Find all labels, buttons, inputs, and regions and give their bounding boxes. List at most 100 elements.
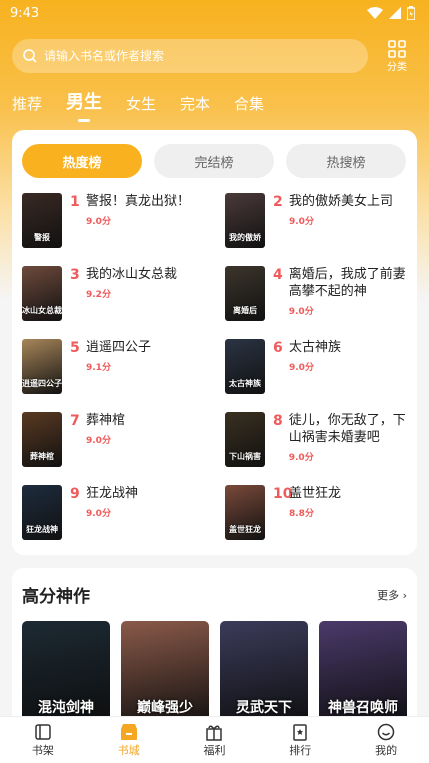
book-title: 盖世狂龙 — [289, 486, 342, 501]
tab-complete[interactable]: 完本 — [180, 93, 210, 120]
rank-number: 6 — [273, 340, 283, 356]
more-label: 更多 — [377, 588, 400, 602]
signal-icon — [389, 7, 401, 19]
nav-welfare-label: 福利 — [203, 744, 226, 757]
book-cover: 逍遥四公子 — [22, 339, 62, 394]
nav-store-label: 书城 — [117, 744, 140, 757]
cover-text: 葬神棺 — [30, 452, 54, 461]
tab-collection[interactable]: 合集 — [234, 93, 264, 120]
search-box[interactable] — [12, 39, 368, 73]
nav-profile[interactable]: 我的 — [356, 722, 416, 758]
rank-item[interactable]: 狂龙战神 9 狂龙战神 9.0分 — [22, 485, 225, 558]
book-score: 9.0分 — [86, 509, 111, 519]
book-title: 离婚后，我成了前妻高攀不起的神 — [288, 267, 406, 299]
book-score: 8.8分 — [289, 509, 314, 519]
nav-profile-label: 我的 — [375, 744, 398, 757]
search-icon — [23, 49, 37, 63]
gift-icon — [204, 722, 224, 742]
category-button[interactable]: 分类 — [382, 39, 412, 73]
book-title: 徒儿，你无敌了，下山祸害未婚妻吧 — [288, 413, 406, 445]
high-score-book-cover[interactable]: 灵武天下 — [220, 621, 308, 728]
rank-number: 4 — [273, 267, 283, 283]
rank-item[interactable]: 我的傲娇 2 我的傲娇美女上司 9.0分 — [225, 193, 412, 266]
high-score-books: 混沌剑神 巅峰强少 灵武天下 神兽召唤师 — [12, 607, 417, 728]
rank-info: 盖世狂龙 8.8分 — [289, 485, 341, 519]
status-time: 9:43 — [10, 5, 40, 21]
category-label: 分类 — [387, 61, 407, 73]
tab-recommend[interactable]: 推荐 — [12, 93, 42, 120]
book-cover: 警报 — [22, 193, 62, 248]
search-input[interactable] — [44, 49, 344, 63]
rank-item[interactable]: 警报 1 警报！真龙出狱！ 9.0分 — [22, 193, 225, 266]
book-cover: 盖世狂龙 — [225, 485, 265, 540]
cover-text: 盖世狂龙 — [229, 525, 261, 534]
book-title: 狂龙战神 — [86, 486, 139, 501]
book-cover: 狂龙战神 — [22, 485, 62, 540]
rank-tab-search[interactable]: 热搜榜 — [286, 144, 406, 178]
book-icon — [33, 722, 53, 742]
book-score: 9.0分 — [288, 307, 314, 317]
nav-bookshelf-label: 书架 — [31, 744, 54, 757]
book-cover: 冰山女总裁 — [22, 266, 62, 321]
book-score: 9.2分 — [86, 290, 111, 300]
rank-info: 徒儿，你无敌了，下山祸害未婚妻吧 9.0分 — [289, 412, 412, 463]
nav-ranking[interactable]: 排行 — [270, 722, 330, 758]
rank-tab-hot[interactable]: 热度榜 — [22, 144, 142, 178]
rank-item[interactable]: 下山祸害 8 徒儿，你无敌了，下山祸害未婚妻吧 9.0分 — [225, 412, 412, 485]
rank-info: 太古神族 9.0分 — [289, 339, 341, 373]
status-icons — [367, 6, 415, 20]
rank-info: 逍遥四公子 9.1分 — [86, 339, 151, 373]
rank-item[interactable]: 葬神棺 7 葬神棺 9.0分 — [22, 412, 225, 485]
high-score-book-cover[interactable]: 巅峰强少 — [121, 621, 209, 728]
rank-item[interactable]: 太古神族 6 太古神族 9.0分 — [225, 339, 412, 412]
nav-store[interactable]: 书城 — [99, 722, 159, 758]
rank-number: 1 — [70, 194, 80, 210]
rank-number: 8 — [273, 413, 283, 429]
book-cover: 我的傲娇 — [225, 193, 265, 248]
cover-text: 离婚后 — [233, 306, 257, 315]
cover-text: 我的傲娇 — [229, 233, 261, 242]
nav-welfare[interactable]: 福利 — [184, 722, 244, 758]
book-title: 逍遥四公子 — [86, 340, 152, 355]
high-score-book-cover[interactable]: 混沌剑神 — [22, 621, 110, 728]
rank-info: 我的冰山女总裁 9.2分 — [86, 266, 177, 300]
high-score-header: 高分神作 更多 › — [12, 568, 417, 607]
cover-text: 警报 — [34, 233, 50, 242]
nav-bookshelf[interactable]: 书架 — [13, 722, 73, 758]
rank-item[interactable]: 盖世狂龙 10 盖世狂龙 8.8分 — [225, 485, 412, 558]
ranking-icon — [290, 722, 310, 742]
book-cover: 太古神族 — [225, 339, 265, 394]
battery-icon — [407, 6, 415, 20]
book-cover: 葬神棺 — [22, 412, 62, 467]
book-cover: 下山祸害 — [225, 412, 265, 467]
book-title: 太古神族 — [289, 340, 342, 355]
ranking-list: 警报 1 警报！真龙出狱！ 9.0分 我的傲娇 2 我的傲娇美女上司 9.0分 冰山女总裁 3 我的… — [22, 193, 412, 558]
book-score: 9.0分 — [86, 217, 111, 227]
cover-text: 冰山女总裁 — [22, 306, 62, 315]
book-score: 9.0分 — [288, 453, 314, 463]
book-title: 我的冰山女总裁 — [86, 267, 178, 282]
channel-tabs: 推荐 男生 女生 完本 合集 — [12, 86, 288, 120]
book-score: 9.0分 — [86, 436, 111, 446]
rank-item[interactable]: 离婚后 4 离婚后，我成了前妻高攀不起的神 9.0分 — [225, 266, 412, 339]
more-link[interactable]: 更多 › — [377, 587, 407, 603]
rank-item[interactable]: 逍遥四公子 5 逍遥四公子 9.1分 — [22, 339, 225, 412]
rank-info: 离婚后，我成了前妻高攀不起的神 9.0分 — [289, 266, 412, 317]
profile-icon — [376, 722, 396, 742]
book-score: 9.0分 — [289, 217, 314, 227]
book-title: 警报！真龙出狱！ — [86, 194, 191, 209]
tab-male[interactable]: 男生 — [66, 88, 102, 120]
book-score: 9.0分 — [289, 363, 314, 373]
high-score-book-cover[interactable]: 神兽召唤师 — [319, 621, 407, 728]
rank-number: 7 — [70, 413, 80, 429]
rank-item[interactable]: 冰山女总裁 3 我的冰山女总裁 9.2分 — [22, 266, 225, 339]
tab-female[interactable]: 女生 — [126, 93, 156, 120]
ranking-tabs: 热度榜 完结榜 热搜榜 — [12, 130, 417, 178]
bottom-nav: 书架 书城 福利 排行 我的 — [0, 716, 429, 763]
cover-text: 狂龙战神 — [26, 525, 58, 534]
cover-text: 太古神族 — [229, 379, 261, 388]
rank-info: 狂龙战神 9.0分 — [86, 485, 138, 519]
rank-info: 警报！真龙出狱！ 9.0分 — [86, 193, 190, 227]
rank-number: 5 — [70, 340, 80, 356]
rank-tab-finished[interactable]: 完结榜 — [154, 144, 274, 178]
